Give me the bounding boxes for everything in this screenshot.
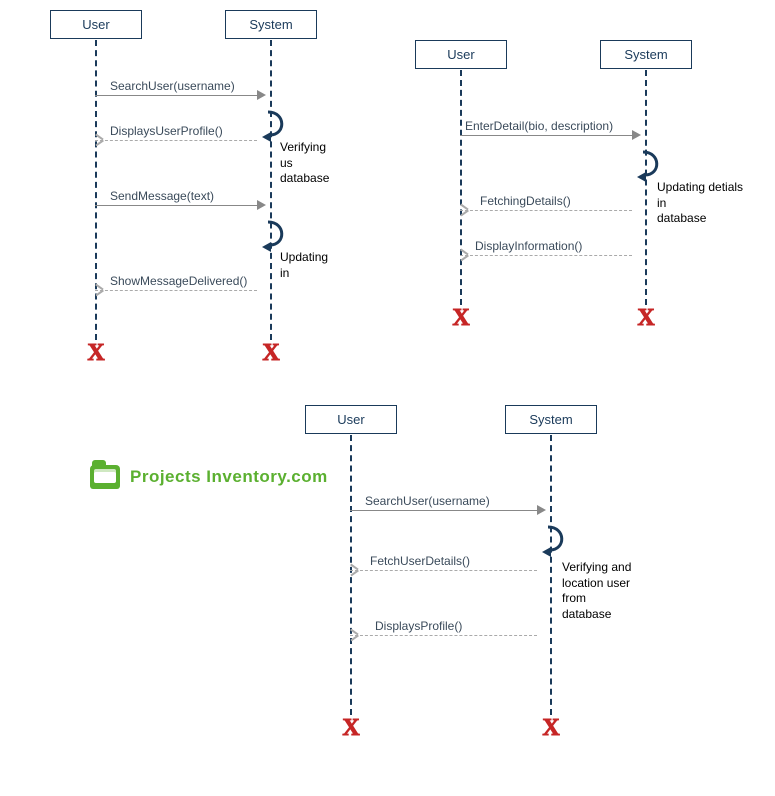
- lifeline-end-x: X: [452, 305, 469, 332]
- msg-label: DisplaysProfile(): [375, 619, 462, 633]
- msg-label: ShowMessageDelivered(): [110, 274, 247, 288]
- participant-system-label: System: [225, 10, 317, 39]
- participant-system: System X: [225, 10, 317, 39]
- lifeline-system: [645, 70, 647, 305]
- sequence-diagram-2: User X System X EnterDetail(bio, descrip…: [415, 40, 755, 340]
- self-message-updating-db: [643, 150, 665, 178]
- msg-label: FetchingDetails(): [480, 194, 571, 208]
- note-verifying-location: Verifying and location user from databas…: [562, 560, 645, 622]
- participant-system: System X: [505, 405, 597, 434]
- lifeline-end-x: X: [262, 340, 279, 367]
- note-updating-db: Updating detials in database: [657, 180, 755, 227]
- msg-label: SendMessage(text): [110, 189, 214, 203]
- msg-label: FetchUserDetails(): [370, 554, 470, 568]
- participant-user: User X: [415, 40, 507, 69]
- self-message-verifying: [268, 110, 290, 138]
- note-text: database: [562, 607, 611, 621]
- lifeline-system: [550, 435, 552, 715]
- participant-system: System X: [600, 40, 692, 69]
- participant-user: User X: [50, 10, 142, 39]
- note-text: Updating detials in: [657, 180, 743, 210]
- note-text: database: [280, 171, 329, 185]
- note-text: location user from: [562, 576, 630, 606]
- participant-user-label: User: [50, 10, 142, 39]
- participant-user: User X: [305, 405, 397, 434]
- participant-system-label: System: [505, 405, 597, 434]
- participant-system-label: System: [600, 40, 692, 69]
- folder-icon: [90, 465, 120, 489]
- lifeline-end-x: X: [637, 305, 654, 332]
- sequence-diagram-3: User X System X SearchUser(username) Ver…: [305, 405, 645, 755]
- participant-user-label: User: [415, 40, 507, 69]
- self-message-updating: [268, 220, 290, 248]
- participant-user-label: User: [305, 405, 397, 434]
- msg-label: EnterDetail(bio, description): [465, 119, 613, 133]
- note-text: Verifying us: [280, 140, 326, 170]
- msg-label: SearchUser(username): [365, 494, 490, 508]
- lifeline-system: [270, 40, 272, 340]
- note-updating: Updating in: [280, 250, 330, 281]
- msg-label: DisplaysUserProfile(): [110, 124, 223, 138]
- note-text: Updating in: [280, 250, 328, 280]
- lifeline-end-x: X: [87, 340, 104, 367]
- lifeline-user: [460, 70, 462, 305]
- msg-label: SearchUser(username): [110, 79, 235, 93]
- note-text: database: [657, 211, 706, 225]
- lifeline-end-x: X: [542, 715, 559, 742]
- self-message-verifying-location: [548, 525, 570, 553]
- watermark: Projects Inventory.com: [90, 465, 328, 489]
- lifeline-end-x: X: [342, 715, 359, 742]
- sequence-diagram-1: User X System X SearchUser(username) Ver…: [50, 10, 330, 370]
- watermark-text: Projects Inventory.com: [130, 467, 328, 487]
- note-text: Verifying and: [562, 560, 631, 574]
- note-verifying: Verifying us database: [280, 140, 330, 187]
- msg-label: DisplayInformation(): [475, 239, 582, 253]
